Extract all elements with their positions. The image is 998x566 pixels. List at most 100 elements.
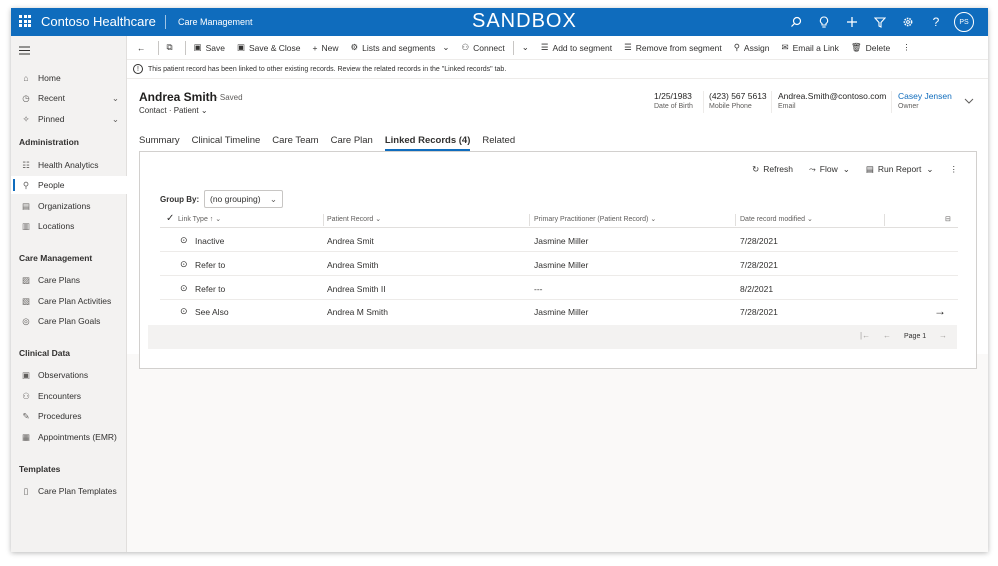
location-icon: ▥ bbox=[21, 220, 31, 231]
header-expand-chevron-icon[interactable] bbox=[964, 96, 974, 106]
assign-button[interactable]: ⚲ Assign bbox=[728, 36, 776, 60]
form-selector[interactable]: Patient bbox=[174, 106, 199, 115]
connect-more-button[interactable]: ⌄ bbox=[516, 36, 535, 60]
gear-icon[interactable] bbox=[894, 11, 922, 33]
chevron-down-icon: ⌄ bbox=[926, 163, 934, 174]
chevron-down-icon[interactable]: ⌄ bbox=[201, 106, 208, 115]
select-all-checkmark-icon[interactable]: ✓ bbox=[166, 213, 174, 224]
filter-icon[interactable] bbox=[866, 11, 894, 33]
sidebar-item-label: Encounters bbox=[38, 391, 81, 401]
next-page-icon[interactable]: → bbox=[939, 331, 947, 340]
column-divider[interactable] bbox=[323, 214, 324, 226]
email-link-button[interactable]: ✉ Email a Link bbox=[775, 36, 844, 60]
more-vertical-icon: ⋮ bbox=[949, 163, 959, 174]
owner-link[interactable]: Casey Jensen bbox=[898, 91, 952, 101]
table-row[interactable]: ⊙ Refer to Andrea Smith Jasmine Miller 7… bbox=[160, 253, 958, 276]
delete-button[interactable]: 🗑 Delete bbox=[845, 36, 896, 60]
app-name[interactable]: Contoso Healthcare bbox=[41, 14, 156, 29]
previous-page-icon[interactable]: ← bbox=[883, 331, 891, 340]
help-icon[interactable]: ? bbox=[922, 11, 950, 33]
more-commands-button[interactable]: ⋮ bbox=[896, 36, 917, 60]
cell-practitioner[interactable]: Jasmine Miller bbox=[534, 260, 588, 270]
open-new-window-button[interactable]: ⧉ bbox=[161, 36, 183, 60]
sidebar-item-appointments-emr[interactable]: ▦ Appointments (EMR) bbox=[11, 428, 127, 446]
flow-button[interactable]: ⤳ Flow ⌄ bbox=[801, 161, 858, 177]
lists-segments-button[interactable]: ⚙ Lists and segments ⌄ bbox=[345, 36, 456, 60]
sidebar-item-care-plan-goals[interactable]: ◎ Care Plan Goals bbox=[11, 312, 127, 330]
sidebar-item-organizations[interactable]: ▤ Organizations bbox=[11, 197, 127, 215]
chevron-down-icon[interactable]: ⌄ bbox=[112, 114, 119, 125]
tab-clinical-timeline[interactable]: Clinical Timeline bbox=[192, 135, 267, 151]
sidebar-item-encounters[interactable]: ⚇ Encounters bbox=[11, 387, 127, 405]
chevron-down-icon[interactable]: ⌄ bbox=[112, 93, 119, 104]
sidebar-item-recent[interactable]: ◷ Recent ⌄ bbox=[11, 89, 127, 107]
refresh-icon: ↻ bbox=[752, 163, 760, 174]
subgrid-more-button[interactable]: ⋮ bbox=[942, 161, 967, 177]
cell-patient-record[interactable]: Andrea M Smith bbox=[327, 307, 388, 317]
sidebar-item-pinned[interactable]: ✧ Pinned ⌄ bbox=[11, 110, 127, 128]
connect-button[interactable]: ⚇ Connect bbox=[455, 36, 510, 60]
search-icon[interactable] bbox=[782, 11, 810, 33]
topbar-divider bbox=[165, 15, 166, 29]
first-page-icon[interactable]: |← bbox=[860, 331, 870, 340]
group-by-select[interactable]: (no grouping) ⌄ bbox=[204, 190, 283, 208]
sidebar-item-care-plans[interactable]: ▨ Care Plans bbox=[11, 271, 127, 289]
app-launcher-icon[interactable] bbox=[19, 15, 31, 27]
tab-care-plan[interactable]: Care Plan bbox=[331, 135, 379, 151]
sidebar-item-care-plan-activities[interactable]: ▧ Care Plan Activities bbox=[11, 292, 127, 310]
cell-patient-record[interactable]: Andrea Smith bbox=[327, 260, 379, 270]
area-name[interactable]: Care Management bbox=[178, 17, 253, 27]
open-record-arrow-icon[interactable]: → bbox=[934, 304, 946, 318]
sidebar-item-people[interactable]: ⚲ People bbox=[11, 176, 127, 194]
sidebar-item-care-plan-templates[interactable]: ▯ Care Plan Templates bbox=[11, 482, 127, 500]
remove-from-segment-button[interactable]: ☰ Remove from segment bbox=[618, 36, 728, 60]
column-divider[interactable] bbox=[529, 214, 530, 226]
plus-icon[interactable] bbox=[838, 11, 866, 33]
cell-link-type: Inactive bbox=[195, 236, 225, 246]
tab-care-team[interactable]: Care Team bbox=[272, 135, 324, 151]
run-report-button[interactable]: ▤ Run Report ⌄ bbox=[858, 161, 942, 177]
table-row[interactable]: ⊙ See Also Andrea M Smith Jasmine Miller… bbox=[160, 300, 958, 323]
cmd-divider bbox=[512, 40, 514, 55]
table-row[interactable]: ⊙ Inactive Andrea Smit Jasmine Miller 7/… bbox=[160, 229, 958, 252]
cell-patient-record[interactable]: Andrea Smit bbox=[327, 236, 374, 246]
column-header-date-modified[interactable]: Date record modified ⌄ bbox=[740, 215, 813, 223]
sidebar-item-health-analytics[interactable]: ☷ Health Analytics bbox=[11, 156, 127, 174]
column-header-patient-record[interactable]: Patient Record ⌄ bbox=[327, 215, 381, 223]
owner-label: Owner bbox=[898, 103, 919, 110]
column-divider[interactable] bbox=[735, 214, 736, 226]
save-close-button[interactable]: ▣ Save & Close bbox=[231, 36, 307, 60]
form-tabs: Summary Clinical Timeline Care Team Care… bbox=[139, 135, 527, 151]
subgrid-command-bar: ↻ Refresh ⤳ Flow ⌄ ▤ Run Report ⌄ ⋮ bbox=[744, 161, 966, 177]
column-options-icon[interactable]: ⊟ bbox=[945, 215, 951, 223]
link-type-icon: ⊙ bbox=[180, 235, 188, 245]
link-type-icon: ⊙ bbox=[180, 283, 188, 293]
notification-text: This patient record has been linked to o… bbox=[148, 65, 507, 73]
lightbulb-icon[interactable] bbox=[810, 11, 838, 33]
tab-related[interactable]: Related bbox=[482, 135, 521, 151]
user-avatar[interactable]: PS bbox=[954, 12, 974, 32]
column-header-link-type[interactable]: Link Type ↑ ⌄ bbox=[178, 215, 221, 223]
cell-practitioner[interactable]: Jasmine Miller bbox=[534, 307, 588, 317]
flow-label: Flow bbox=[819, 164, 838, 174]
flow-icon: ⤳ bbox=[808, 163, 816, 174]
cell-practitioner[interactable]: Jasmine Miller bbox=[534, 236, 588, 246]
hamburger-menu-icon[interactable] bbox=[19, 46, 30, 57]
save-button[interactable]: ▣ Save bbox=[188, 36, 231, 60]
sidebar-item-locations[interactable]: ▥ Locations bbox=[11, 217, 127, 235]
sidebar-item-observations[interactable]: ▣ Observations bbox=[11, 366, 127, 384]
cell-patient-record[interactable]: Andrea Smith II bbox=[327, 284, 386, 294]
column-header-primary-practitioner[interactable]: Primary Practitioner (Patient Record) ⌄ bbox=[534, 215, 656, 223]
save-status: - Saved bbox=[215, 93, 243, 102]
add-to-segment-button[interactable]: ☰ Add to segment bbox=[535, 36, 618, 60]
sidebar-item-label: Health Analytics bbox=[38, 160, 99, 170]
column-divider[interactable] bbox=[884, 214, 885, 226]
new-button[interactable]: + New bbox=[307, 36, 345, 60]
sidebar-item-home[interactable]: ⌂ Home bbox=[11, 69, 127, 87]
sidebar-item-procedures[interactable]: ✎ Procedures bbox=[11, 407, 127, 425]
tab-linked-records[interactable]: Linked Records (4) bbox=[384, 135, 477, 151]
tab-summary[interactable]: Summary bbox=[139, 135, 186, 151]
table-row[interactable]: ⊙ Refer to Andrea Smith II --- 8/2/2021 bbox=[160, 277, 958, 300]
back-button[interactable]: ← bbox=[131, 36, 156, 60]
refresh-button[interactable]: ↻ Refresh bbox=[744, 161, 801, 177]
